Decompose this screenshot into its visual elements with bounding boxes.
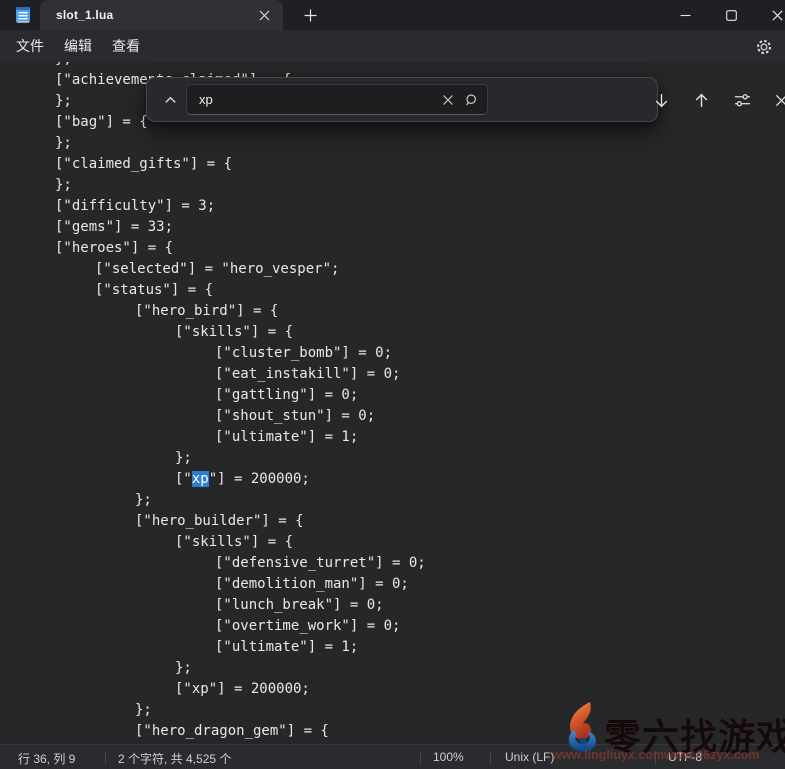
code-line: ["hero_dragon_gem"] = { [0, 721, 785, 742]
zoom-level[interactable]: 100% [433, 750, 464, 764]
code-line: ["shout_stun"] = 0; [0, 406, 785, 427]
code-line: ["lunch_break"] = 0; [0, 595, 785, 616]
find-next-arrow-down-icon[interactable] [644, 84, 678, 117]
code-line: ["selected"] = "hero_vesper"; [0, 259, 785, 280]
code-line: ["xp"] = 200000; [0, 679, 785, 700]
menu-file[interactable]: 文件 [8, 31, 52, 61]
code-line: }; [0, 700, 785, 721]
find-match-highlight: xp [192, 471, 209, 487]
close-button[interactable] [754, 0, 785, 30]
code-area: };["achievements_claimed"] = {};["bag"] … [0, 62, 785, 742]
code-line: }; [0, 490, 785, 511]
titlebar: slot_1.lua [0, 0, 785, 30]
code-line: }; [0, 133, 785, 154]
separator [105, 751, 106, 764]
code-line: ["skills"] = { [0, 322, 785, 343]
maximize-button[interactable] [708, 0, 754, 30]
clear-search-icon[interactable] [440, 92, 456, 108]
find-options-filter-sliders-icon[interactable] [725, 84, 759, 117]
code-line: ["gems"] = 33; [0, 217, 785, 238]
cursor-position: 行 36, 列 9 [18, 750, 75, 767]
menu-view[interactable]: 查看 [104, 31, 148, 61]
tab-close-icon[interactable] [255, 6, 273, 24]
code-line: ["hero_bird"] = { [0, 301, 785, 322]
code-line: ["heroes"] = { [0, 238, 785, 259]
code-line: }; [0, 658, 785, 679]
menubar: 文件 编辑 查看 [0, 30, 785, 62]
code-line: }; [0, 448, 785, 469]
tab-title: slot_1.lua [56, 8, 113, 22]
expand-replace-chevron-up-icon[interactable] [153, 84, 187, 117]
tab-slot-1-lua[interactable]: slot_1.lua [40, 0, 283, 30]
line-ending[interactable]: Unix (LF) [505, 750, 554, 764]
notepad-app-icon [13, 5, 33, 25]
code-line: ["skills"] = { [0, 532, 785, 553]
code-line: ["difficulty"] = 3; [0, 196, 785, 217]
status-bar: 行 36, 列 9 2 个字符, 共 4,525 个 100% Unix (LF… [0, 744, 785, 769]
find-input-wrap [186, 84, 488, 115]
window-controls [662, 0, 785, 30]
separator [420, 751, 421, 764]
code-line: ["ultimate"] = 1; [0, 637, 785, 658]
code-line: ["status"] = { [0, 280, 785, 301]
find-dialog [146, 77, 658, 122]
find-close-icon[interactable] [764, 84, 785, 117]
code-line: ["cluster_bomb"] = 0; [0, 343, 785, 364]
menu-edit[interactable]: 编辑 [56, 31, 100, 61]
separator [655, 751, 656, 764]
code-line: }; [0, 175, 785, 196]
code-line: ["hero_builder"] = { [0, 511, 785, 532]
code-line: ["demolition_man"] = 0; [0, 574, 785, 595]
code-line: ["xp"] = 200000; [0, 469, 785, 490]
notepad-window: slot_1.lua 文件 编辑 查看 [0, 0, 785, 769]
char-count: 2 个字符, 共 4,525 个 [118, 750, 231, 767]
settings-gear-icon[interactable] [749, 34, 779, 60]
code-line: ["ultimate"] = 1; [0, 427, 785, 448]
code-line: }; [0, 62, 785, 70]
code-line: ["defensive_turret"] = 0; [0, 553, 785, 574]
code-line: ["gattling"] = 0; [0, 385, 785, 406]
code-line: ["eat_instakill"] = 0; [0, 364, 785, 385]
encoding[interactable]: UTF-8 [668, 750, 702, 764]
search-icon[interactable] [464, 92, 480, 108]
minimize-button[interactable] [662, 0, 708, 30]
code-line: ["overtime_work"] = 0; [0, 616, 785, 637]
separator [490, 751, 491, 764]
code-line: ["claimed_gifts"] = { [0, 154, 785, 175]
new-tab-button[interactable] [296, 2, 324, 28]
text-editor[interactable]: };["achievements_claimed"] = {};["bag"] … [0, 62, 785, 744]
find-previous-arrow-up-icon[interactable] [684, 84, 718, 117]
